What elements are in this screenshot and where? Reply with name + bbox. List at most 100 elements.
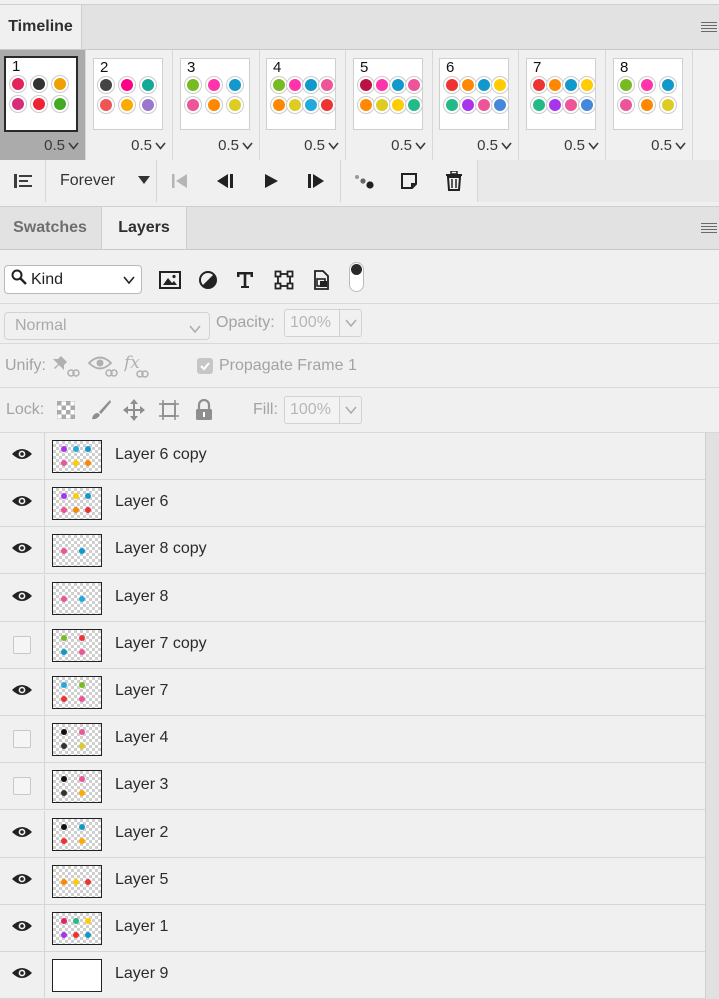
layer-name: Layer 7 copy — [115, 634, 207, 652]
blend-mode-select[interactable]: Normal — [4, 312, 210, 340]
shape-layer-filter-icon[interactable] — [271, 267, 297, 293]
filter-kind-select[interactable]: Kind — [4, 265, 142, 294]
frame-number: 8 — [618, 59, 631, 76]
tab-swatches[interactable]: Swatches — [0, 207, 100, 249]
search-icon — [11, 269, 27, 290]
propagate-frame-checkbox[interactable] — [197, 358, 213, 374]
layer-row[interactable]: Layer 6 copy — [0, 433, 705, 480]
layer-visibility-toggle[interactable] — [0, 433, 45, 479]
fill-dropdown[interactable] — [340, 396, 362, 424]
fill-label: Fill: — [253, 401, 278, 418]
frame-delay-dropdown[interactable]: 0.5 — [44, 137, 79, 154]
frame-delay-dropdown[interactable]: 0.5 — [564, 137, 599, 154]
eye-icon — [11, 589, 33, 607]
layer-visibility-toggle[interactable] — [0, 480, 45, 527]
frame-thumbnail-dot — [33, 98, 45, 110]
frame-delay-dropdown[interactable]: 0.5 — [477, 137, 512, 154]
layer-name: Layer 9 — [115, 965, 169, 983]
frame-delay-dropdown[interactable]: 0.5 — [131, 137, 166, 154]
adjustment-layer-filter-icon[interactable] — [195, 267, 221, 293]
layer-thumbnail-dot — [79, 823, 85, 830]
layer-row[interactable]: Layer 9 — [0, 952, 705, 999]
layer-row[interactable]: Layer 2 — [0, 810, 705, 858]
layer-visibility-toggle[interactable] — [0, 574, 45, 621]
timeline-frame[interactable]: 4 0.5 — [260, 50, 346, 160]
layer-row[interactable]: Layer 6 — [0, 480, 705, 528]
layer-thumbnail-dot — [61, 729, 67, 736]
timeline-frame[interactable]: 7 0.5 — [520, 50, 606, 160]
timeline-frame[interactable]: 8 0.5 — [607, 50, 693, 160]
previous-frame-icon[interactable] — [205, 160, 245, 202]
smart-object-filter-icon[interactable] — [308, 267, 334, 293]
timeline-frame[interactable]: 2 0.5 — [87, 50, 173, 160]
timeline-frame[interactable]: 1 0.5 — [0, 50, 86, 160]
lock-transparent-pixels-icon[interactable] — [56, 400, 76, 420]
layer-row[interactable]: Layer 8 copy — [0, 527, 705, 575]
layer-thumbnail-dot — [79, 595, 85, 602]
layer-visibility-toggle[interactable] — [0, 857, 45, 904]
frame-number: 5 — [358, 59, 371, 76]
layer-row[interactable]: Layer 5 — [0, 857, 705, 905]
lock-artboard-icon[interactable] — [158, 399, 180, 421]
frame-thumbnail-dot — [273, 99, 285, 111]
lock-image-pixels-icon[interactable] — [90, 399, 112, 421]
filter-toggle-switch[interactable] — [349, 262, 364, 292]
frame-thumbnail-dot — [494, 99, 506, 111]
next-frame-icon[interactable] — [296, 160, 336, 202]
layer-visibility-toggle[interactable] — [0, 810, 45, 857]
timeline-frame[interactable]: 6 0.5 — [433, 50, 519, 160]
frame-delay-dropdown[interactable]: 0.5 — [304, 137, 339, 154]
layer-row[interactable]: Layer 3 — [0, 763, 705, 811]
pixel-layer-filter-icon[interactable] — [157, 267, 183, 293]
frame-thumbnail: 7 — [526, 58, 596, 130]
layer-visibility-toggle[interactable] — [0, 763, 45, 810]
first-frame-icon[interactable] — [160, 160, 200, 202]
unify-row: Unify: fx Propagate Frame 1 — [0, 344, 719, 388]
tab-timeline-label: Timeline — [8, 18, 73, 35]
play-icon[interactable] — [251, 160, 291, 202]
lock-all-icon[interactable] — [194, 398, 214, 422]
tween-icon[interactable] — [343, 160, 385, 202]
layer-visibility-toggle[interactable] — [0, 621, 45, 668]
frame-thumbnail-dot — [305, 79, 317, 91]
layers-panel-menu-icon[interactable] — [701, 223, 717, 235]
unify-position-icon[interactable] — [52, 353, 80, 379]
fill-field[interactable]: 100% — [284, 396, 340, 424]
timeline-panel-menu-icon[interactable] — [701, 22, 717, 34]
frame-delay-value: 0.5 — [304, 137, 325, 154]
tab-layers[interactable]: Layers — [101, 207, 187, 249]
tab-timeline[interactable]: Timeline — [0, 5, 82, 49]
layer-row[interactable]: Layer 7 — [0, 669, 705, 716]
layer-visibility-toggle[interactable] — [0, 905, 45, 951]
layer-row[interactable]: Layer 1 — [0, 905, 705, 952]
layer-visibility-toggle[interactable] — [0, 952, 45, 999]
frame-delay-dropdown[interactable]: 0.5 — [391, 137, 426, 154]
frame-number: 2 — [98, 59, 111, 76]
frame-delay-dropdown[interactable]: 0.5 — [218, 137, 253, 154]
loop-options-dropdown[interactable]: Forever — [46, 160, 156, 202]
layer-thumbnail-dot — [73, 932, 79, 938]
timeline-frame[interactable]: 3 0.5 — [174, 50, 260, 160]
frame-delay-dropdown[interactable]: 0.5 — [651, 137, 686, 154]
lock-position-icon[interactable] — [123, 399, 145, 421]
layer-visibility-toggle[interactable] — [0, 669, 45, 715]
frame-thumbnail-dot — [565, 79, 577, 91]
opacity-dropdown[interactable] — [340, 309, 362, 337]
trash-icon[interactable] — [434, 160, 474, 202]
unify-visibility-icon[interactable] — [88, 353, 118, 379]
frame-thumbnail-dot — [208, 99, 220, 111]
layer-visibility-toggle[interactable] — [0, 527, 45, 574]
type-layer-filter-icon[interactable] — [232, 267, 258, 293]
unify-style-icon[interactable]: fx — [124, 352, 152, 380]
convert-to-video-timeline-icon[interactable] — [0, 160, 45, 202]
layer-name: Layer 8 copy — [115, 540, 207, 558]
layers-scrollbar[interactable] — [705, 433, 719, 999]
layer-row[interactable]: Layer 4 — [0, 716, 705, 764]
opacity-field[interactable]: 100% — [284, 309, 340, 337]
duplicate-frame-icon[interactable] — [389, 160, 429, 202]
layer-row[interactable]: Layer 8 — [0, 574, 705, 622]
layer-row[interactable]: Layer 7 copy — [0, 621, 705, 669]
frame-thumbnail-dot — [289, 99, 301, 111]
timeline-frame[interactable]: 5 0.5 — [347, 50, 433, 160]
layer-visibility-toggle[interactable] — [0, 716, 45, 763]
